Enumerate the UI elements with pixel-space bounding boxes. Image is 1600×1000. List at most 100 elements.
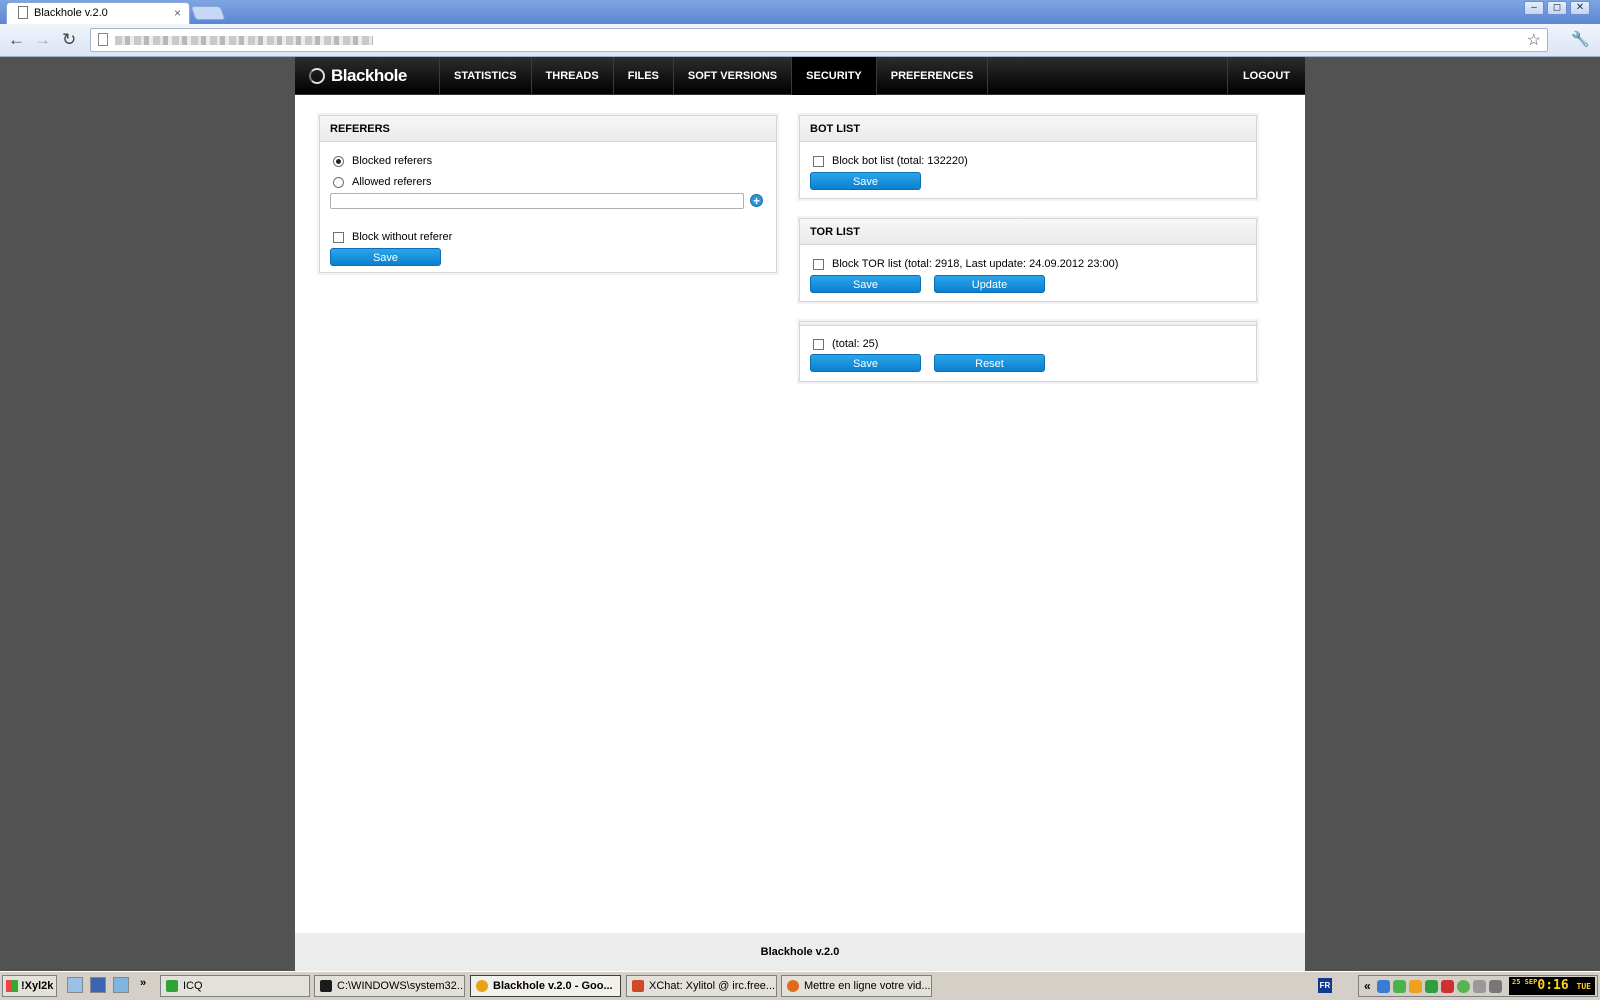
back-arrow-icon[interactable]: ← [8,30,25,50]
referers-panel: REFERERS Blocked referers Allowed refere… [319,115,777,273]
browser-toolbar: ← → ↻ ☆ 🔧 [0,24,1600,57]
browser-titlebar: Blackhole v.2.0 × – ◻ ✕ [0,0,1600,24]
forward-arrow-icon[interactable]: → [34,30,51,50]
update-button[interactable]: Update [934,275,1045,293]
panel-header-strip [800,322,1256,326]
address-bar[interactable]: ☆ [90,28,1548,52]
console-icon [320,980,332,992]
allowed-referers-option[interactable]: Allowed referers [333,176,431,188]
menu-security[interactable]: SECURITY [791,57,876,95]
logout-button[interactable]: LOGOUT [1226,57,1305,95]
url-redacted [115,36,373,45]
checkbox-label: (total: 25) [832,338,879,350]
clock-time: 0:16 [1537,978,1569,993]
task-label: Mettre en ligne votre vid... [804,980,931,992]
logo[interactable]: Blackhole [309,57,407,95]
reset-button[interactable]: Reset [934,354,1045,372]
radio-label: Blocked referers [352,155,433,167]
allowed-referers-radio[interactable] [333,176,344,188]
page: Blackhole STATISTICS THREADS FILES SOFT … [295,57,1305,971]
menu-soft-versions[interactable]: SOFT VERSIONS [672,57,791,95]
logo-ring-icon [309,68,325,84]
close-window-button[interactable]: ✕ [1570,1,1590,15]
block-without-referer-checkbox[interactable] [333,231,344,243]
blocked-referers-radio[interactable] [333,155,344,167]
minimize-button[interactable]: – [1524,1,1544,15]
task-label: ICQ [183,980,203,992]
block-list-checkbox[interactable] [813,338,824,350]
v2-tray-icon[interactable] [1441,980,1454,993]
add-icon[interactable]: + [750,194,763,207]
task-icq[interactable]: ICQ [160,975,310,997]
volume-tray-icon[interactable] [1473,980,1486,993]
task-firefox[interactable]: Mettre en ligne votre vid... [781,975,932,997]
save-button[interactable]: Save [330,248,441,266]
quicklaunch-more-icon[interactable]: » [140,977,146,989]
menu-files[interactable]: FILES [612,57,673,95]
lock-tray-icon[interactable] [1409,980,1422,993]
language-indicator[interactable]: FR [1318,978,1332,993]
task-label: C:\WINDOWS\system32... [337,980,465,992]
clock[interactable]: 25 SEP 0:16 TUE [1509,977,1595,995]
panel-title: BOT LIST [800,116,1256,142]
block-tor-list-checkbox[interactable] [813,258,824,270]
windows-logo-icon [6,980,18,992]
block-list-option[interactable]: (total: 25) [813,338,878,350]
block-bot-list-checkbox[interactable] [813,155,824,167]
radio-label: Allowed referers [352,176,432,188]
steam-tray-icon[interactable] [1489,980,1502,993]
panel-title: TOR LIST [800,219,1256,245]
page-icon [98,33,108,46]
menu-statistics[interactable]: STATISTICS [439,57,531,95]
clock-date: 25 SEP [1512,978,1538,986]
blocked-referers-option[interactable]: Blocked referers [333,155,432,167]
close-tab-icon[interactable]: × [174,6,181,20]
page-icon [18,6,28,19]
block-tor-list-option[interactable]: Block TOR list (total: 2918, Last update… [813,258,1118,270]
icq-icon [166,980,178,992]
tray-expand-icon[interactable]: « [1364,979,1371,993]
untitled-list-panel: (total: 25) Save Reset [799,321,1257,382]
xchat-icon [632,980,644,992]
system-tray: « 25 SEP 0:16 TUE [1358,975,1598,997]
new-tab-button[interactable] [190,6,226,20]
desktop-quicklaunch-icon[interactable] [90,977,106,993]
firefox-icon [787,980,799,992]
start-button[interactable]: !Xyl2k [2,975,57,997]
browser-tab[interactable]: Blackhole v.2.0 × [6,2,190,24]
wrench-icon[interactable]: 🔧 [1571,30,1590,48]
checkbox-label: Block TOR list (total: 2918, Last update… [832,258,1119,270]
icq-tray-icon[interactable] [1457,980,1470,993]
save-button[interactable]: Save [810,354,921,372]
reload-icon[interactable]: ↻ [62,30,76,50]
shield-tray-icon[interactable] [1393,980,1406,993]
task-chrome[interactable]: Blackhole v.2.0 - Goo... [470,975,621,997]
task-label: Blackhole v.2.0 - Goo... [493,980,613,992]
logo-text: Blackhole [331,66,407,85]
block-without-referer-option[interactable]: Block without referer [333,231,452,243]
bot-list-panel: BOT LIST Block bot list (total: 132220) … [799,115,1257,199]
ie-quicklaunch-icon[interactable] [67,977,83,993]
check-tray-icon[interactable] [1425,980,1438,993]
task-cmd[interactable]: C:\WINDOWS\system32... [314,975,465,997]
task-xchat[interactable]: XChat: Xylitol @ irc.free... [626,975,777,997]
start-label: !Xyl2k [21,980,54,992]
save-button[interactable]: Save [810,172,921,190]
star-icon[interactable]: ☆ [1527,30,1541,50]
clock-day: TUE [1576,982,1591,991]
save-button[interactable]: Save [810,275,921,293]
footer: Blackhole v.2.0 [295,933,1305,971]
menu-preferences[interactable]: PREFERENCES [875,57,989,95]
taskbar: !Xyl2k » ICQ C:\WINDOWS\system32... Blac… [0,971,1600,1000]
restore-button[interactable]: ◻ [1547,1,1567,15]
network-tray-icon[interactable] [1377,980,1390,993]
app-quicklaunch-icon[interactable] [113,977,129,993]
task-label: XChat: Xylitol @ irc.free... [649,980,776,992]
checkbox-label: Block bot list (total: 132220) [832,155,968,167]
top-navigation: Blackhole STATISTICS THREADS FILES SOFT … [295,57,1305,95]
referer-input[interactable] [330,193,744,209]
checkbox-label: Block without referer [352,231,453,243]
menu-threads[interactable]: THREADS [530,57,613,95]
block-bot-list-option[interactable]: Block bot list (total: 132220) [813,155,968,167]
panel-title: REFERERS [320,116,776,142]
